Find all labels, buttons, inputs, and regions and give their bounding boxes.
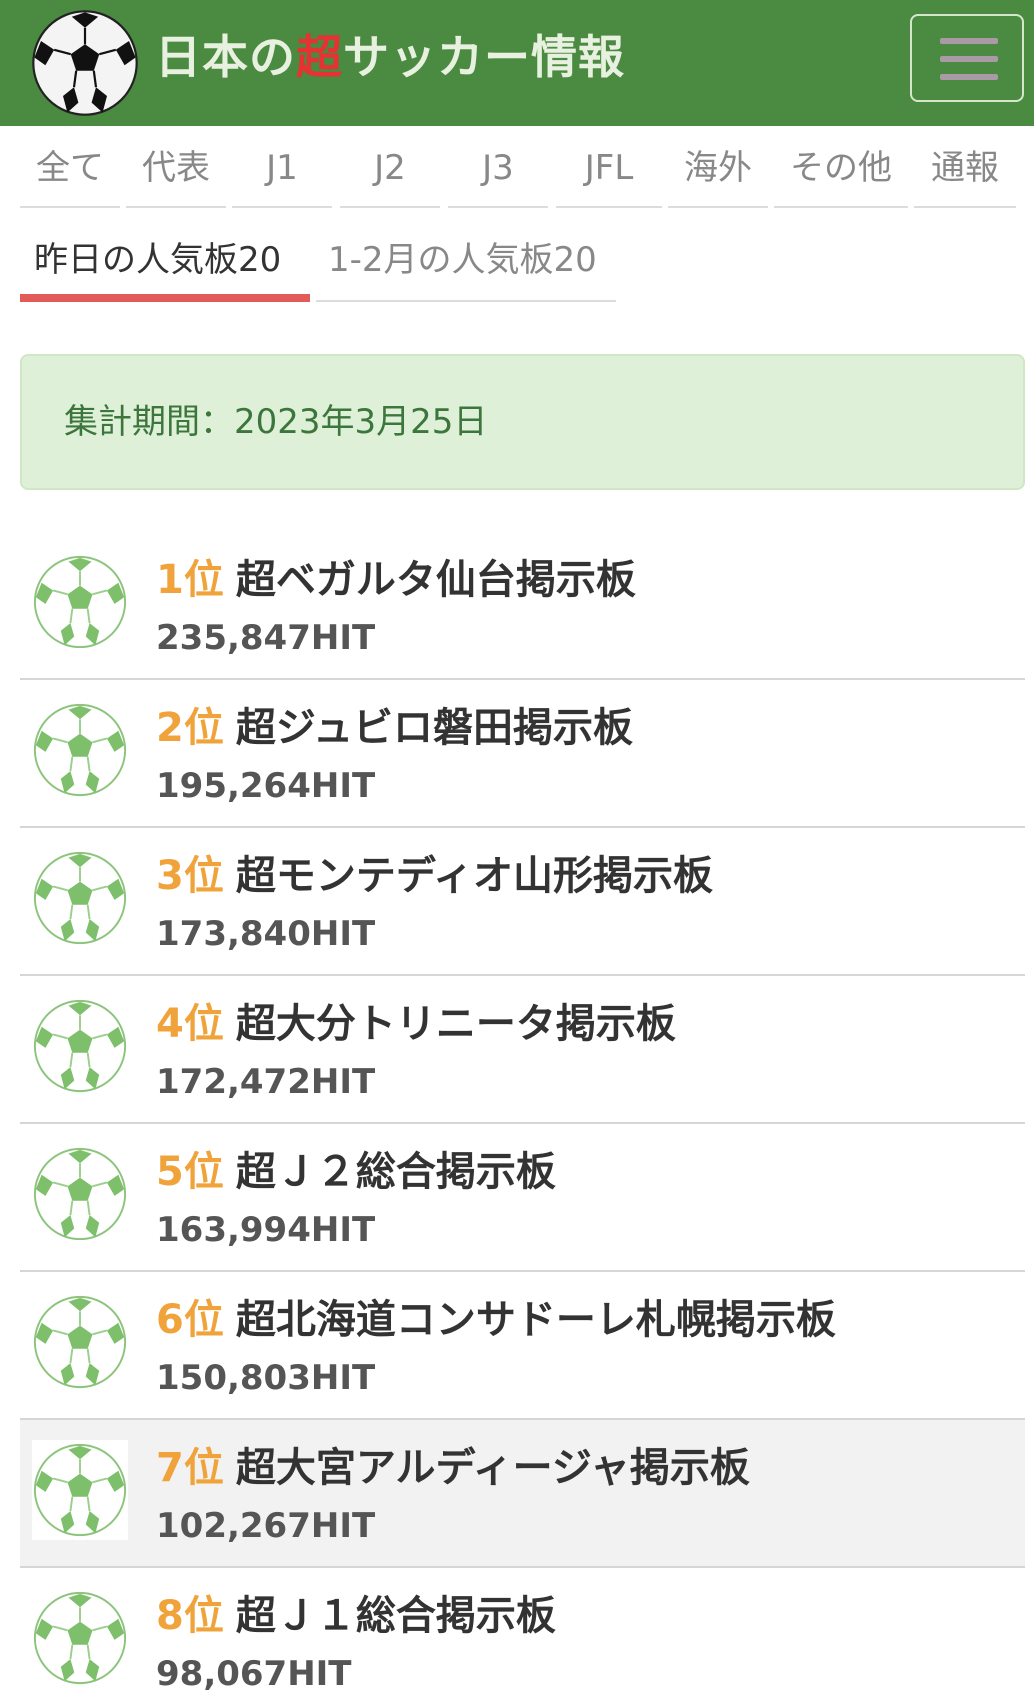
soccer-ball-icon xyxy=(33,1443,127,1537)
rank-label: 4位 xyxy=(156,1001,224,1047)
hit-count: 172,472HIT xyxy=(156,1062,376,1102)
tab-all[interactable]: 全て xyxy=(20,128,120,208)
tab-j1[interactable]: J1 xyxy=(232,128,332,208)
hamburger-menu-button[interactable] xyxy=(910,14,1024,102)
period-text: 集計期間：2023年3月25日 xyxy=(64,402,488,442)
hit-count: 173,840HIT xyxy=(156,914,376,954)
board-name: 超Ｊ１総合掲示板 xyxy=(235,1593,556,1639)
tab-national[interactable]: 代表 xyxy=(126,128,226,208)
tab-overseas[interactable]: 海外 xyxy=(668,128,768,208)
board-thumbnail xyxy=(32,1292,128,1392)
board-title[interactable]: 6位 超北海道コンサドーレ札幌掲示板 xyxy=(156,1292,836,1348)
board-name: 超北海道コンサドーレ札幌掲示板 xyxy=(235,1297,836,1343)
soccer-ball-icon xyxy=(33,851,127,945)
tab-j3[interactable]: J3 xyxy=(448,128,548,208)
tab-other[interactable]: その他 xyxy=(774,128,908,208)
soccer-ball-icon xyxy=(33,1295,127,1389)
hit-count: 98,067HIT xyxy=(156,1654,352,1694)
rank-label: 3位 xyxy=(156,853,224,899)
ranking-item[interactable]: 3位 超モンテディオ山形掲示板 173,840HIT xyxy=(20,828,1025,976)
hit-count: 195,264HIT xyxy=(156,766,376,806)
soccer-ball-icon xyxy=(33,999,127,1093)
board-title[interactable]: 8位 超Ｊ１総合掲示板 xyxy=(156,1588,556,1644)
ranking-item[interactable]: 2位 超ジュビロ磐田掲示板 195,264HIT xyxy=(20,680,1025,828)
hamburger-menu-icon xyxy=(940,38,998,44)
ranking-item[interactable]: 5位 超Ｊ２総合掲示板 163,994HIT xyxy=(20,1124,1025,1272)
board-name: 超ジュビロ磐田掲示板 xyxy=(235,705,634,751)
soccer-ball-icon xyxy=(33,1147,127,1241)
rank-label: 2位 xyxy=(156,705,224,751)
ranking-item[interactable]: 6位 超北海道コンサドーレ札幌掲示板 150,803HIT xyxy=(20,1272,1025,1420)
board-thumbnail xyxy=(32,1440,128,1540)
soccer-ball-icon xyxy=(33,703,127,797)
category-tabs: 全て 代表 J1 J2 J3 JFL 海外 その他 通報 xyxy=(20,128,1016,208)
period-box: 集計期間：2023年3月25日 xyxy=(20,354,1025,490)
board-thumbnail xyxy=(32,700,128,800)
board-title[interactable]: 7位 超大宮アルディージャ掲示板 xyxy=(156,1440,750,1496)
rank-label: 6位 xyxy=(156,1297,224,1343)
rank-label: 5位 xyxy=(156,1149,224,1195)
soccer-ball-icon xyxy=(33,555,127,649)
board-title[interactable]: 3位 超モンテディオ山形掲示板 xyxy=(156,848,713,904)
ranking-item[interactable]: 4位 超大分トリニータ掲示板 172,472HIT xyxy=(20,976,1025,1124)
board-name: 超大宮アルディージャ掲示板 xyxy=(235,1445,750,1491)
board-thumbnail xyxy=(32,1588,128,1688)
board-title[interactable]: 4位 超大分トリニータ掲示板 xyxy=(156,996,676,1052)
hamburger-menu-icon xyxy=(940,56,998,62)
board-title[interactable]: 2位 超ジュビロ磐田掲示板 xyxy=(156,700,633,756)
soccer-ball-icon xyxy=(33,1591,127,1685)
site-title-suffix: サッカー情報 xyxy=(343,30,625,84)
hit-count: 235,847HIT xyxy=(156,618,376,658)
board-thumbnail xyxy=(32,552,128,652)
ranking-list: 1位 超ベガルタ仙台掲示板 235,847HIT 2位 超ジュビロ磐田掲示板 195,26… xyxy=(20,532,1025,1708)
rank-label: 8位 xyxy=(156,1593,224,1639)
hit-count: 102,267HIT xyxy=(156,1506,376,1546)
ranking-item[interactable]: 8位 超Ｊ１総合掲示板 98,067HIT xyxy=(20,1568,1025,1708)
rank-label: 1位 xyxy=(156,557,224,603)
tab-jan-feb-popular[interactable]: 1-2月の人気板20 xyxy=(316,226,616,302)
site-title-accent: 超 xyxy=(296,30,343,84)
tab-jfl[interactable]: JFL xyxy=(556,128,662,208)
hit-count: 163,994HIT xyxy=(156,1210,376,1250)
hamburger-menu-icon xyxy=(940,74,998,80)
ranking-item[interactable]: 1位 超ベガルタ仙台掲示板 235,847HIT xyxy=(20,532,1025,680)
rank-label: 7位 xyxy=(156,1445,224,1491)
board-title[interactable]: 5位 超Ｊ２総合掲示板 xyxy=(156,1144,556,1200)
board-thumbnail xyxy=(32,996,128,1096)
hit-count: 150,803HIT xyxy=(156,1358,376,1398)
board-name: 超モンテディオ山形掲示板 xyxy=(235,853,714,899)
board-name: 超ベガルタ仙台掲示板 xyxy=(235,557,636,603)
board-name: 超Ｊ２総合掲示板 xyxy=(235,1149,556,1195)
board-thumbnail xyxy=(32,1144,128,1244)
ranking-item[interactable]: 7位 超大宮アルディージャ掲示板 102,267HIT xyxy=(20,1420,1025,1568)
site-title[interactable]: 日本の超サッカー情報 xyxy=(155,22,625,92)
board-thumbnail xyxy=(32,848,128,948)
board-title[interactable]: 1位 超ベガルタ仙台掲示板 xyxy=(156,552,636,608)
tab-report[interactable]: 通報 xyxy=(914,128,1016,208)
soccer-ball-icon[interactable] xyxy=(30,8,140,118)
tab-yesterday-popular[interactable]: 昨日の人気板20 xyxy=(20,226,310,302)
site-title-prefix: 日本の xyxy=(155,30,296,84)
board-name: 超大分トリニータ掲示板 xyxy=(235,1001,676,1047)
tab-j2[interactable]: J2 xyxy=(340,128,440,208)
site-header: 日本の超サッカー情報 xyxy=(0,0,1034,126)
